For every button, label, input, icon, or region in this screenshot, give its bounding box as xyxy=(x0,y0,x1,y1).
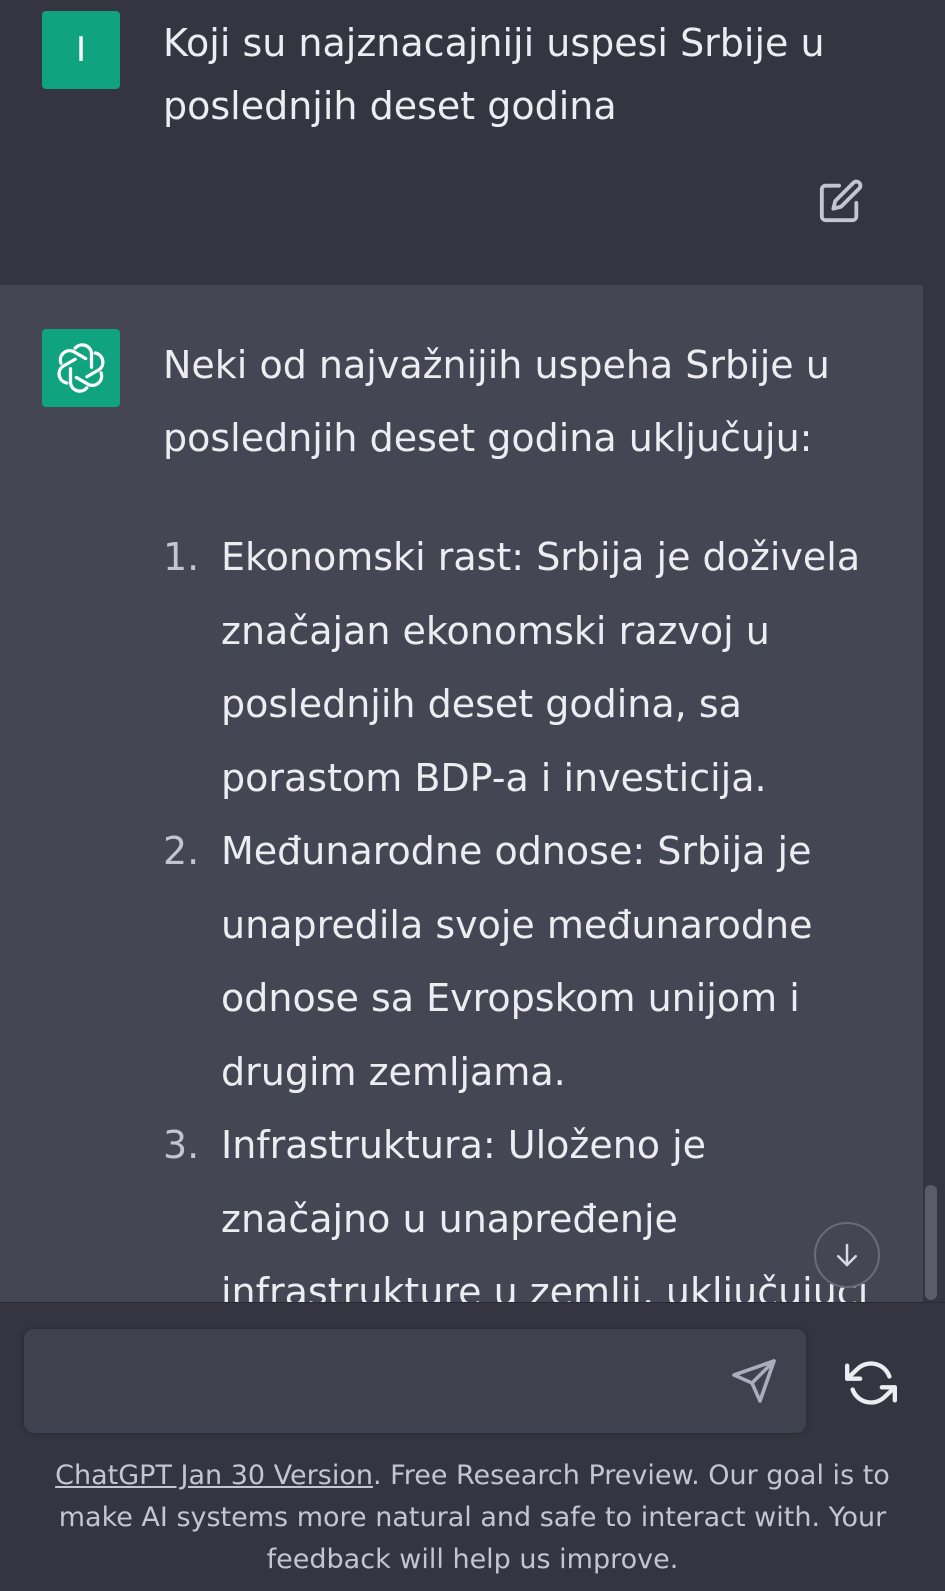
list-item-number: 3. xyxy=(163,1123,200,1167)
version-link[interactable]: ChatGPT Jan 30 Version xyxy=(55,1460,373,1491)
footer-disclaimer: ChatGPT Jan 30 Version. Free Research Pr… xyxy=(30,1455,915,1581)
send-icon[interactable] xyxy=(730,1357,778,1405)
message-input-box[interactable] xyxy=(24,1329,806,1433)
scrollbar-thumb[interactable] xyxy=(925,1185,937,1300)
list-item: 3. Infrastruktura: Uloženo je značajno u… xyxy=(163,1109,883,1302)
regenerate-icon[interactable] xyxy=(845,1357,897,1409)
list-item: 1. Ekonomski rast: Srbija je doživela zn… xyxy=(163,521,883,815)
list-item: 2. Međunarodne odnose: Srbija je unapred… xyxy=(163,815,883,1109)
list-item-text: Infrastruktura: Uloženo je značajno u un… xyxy=(221,1123,869,1302)
answer-list: 1. Ekonomski rast: Srbija je doživela zn… xyxy=(163,521,883,1302)
list-item-text: Međunarodne odnose: Srbija je unapredila… xyxy=(221,829,813,1094)
message-input[interactable] xyxy=(48,1355,712,1409)
user-message-row: I Koji su najznacajniji uspesi Srbije u … xyxy=(0,0,945,285)
list-item-text: Ekonomski rast: Srbija je doživela znača… xyxy=(221,535,861,800)
composer-area: ChatGPT Jan 30 Version. Free Research Pr… xyxy=(0,1302,945,1591)
assistant-message-row: Neki od najvažnijih uspeha Srbije u posl… xyxy=(0,285,923,1302)
user-avatar: I xyxy=(42,11,120,89)
openai-logo-icon xyxy=(42,329,120,407)
assistant-intro-text: Neki od najvažnijih uspeha Srbije u posl… xyxy=(163,343,830,460)
scroll-down-button[interactable] xyxy=(814,1222,880,1288)
list-item-number: 2. xyxy=(163,829,200,873)
user-message-text: Koji su najznacajniji uspesi Srbije u po… xyxy=(163,21,825,128)
list-item-number: 1. xyxy=(163,535,200,579)
arrow-down-icon xyxy=(837,1243,857,1267)
edit-icon[interactable] xyxy=(818,178,864,224)
